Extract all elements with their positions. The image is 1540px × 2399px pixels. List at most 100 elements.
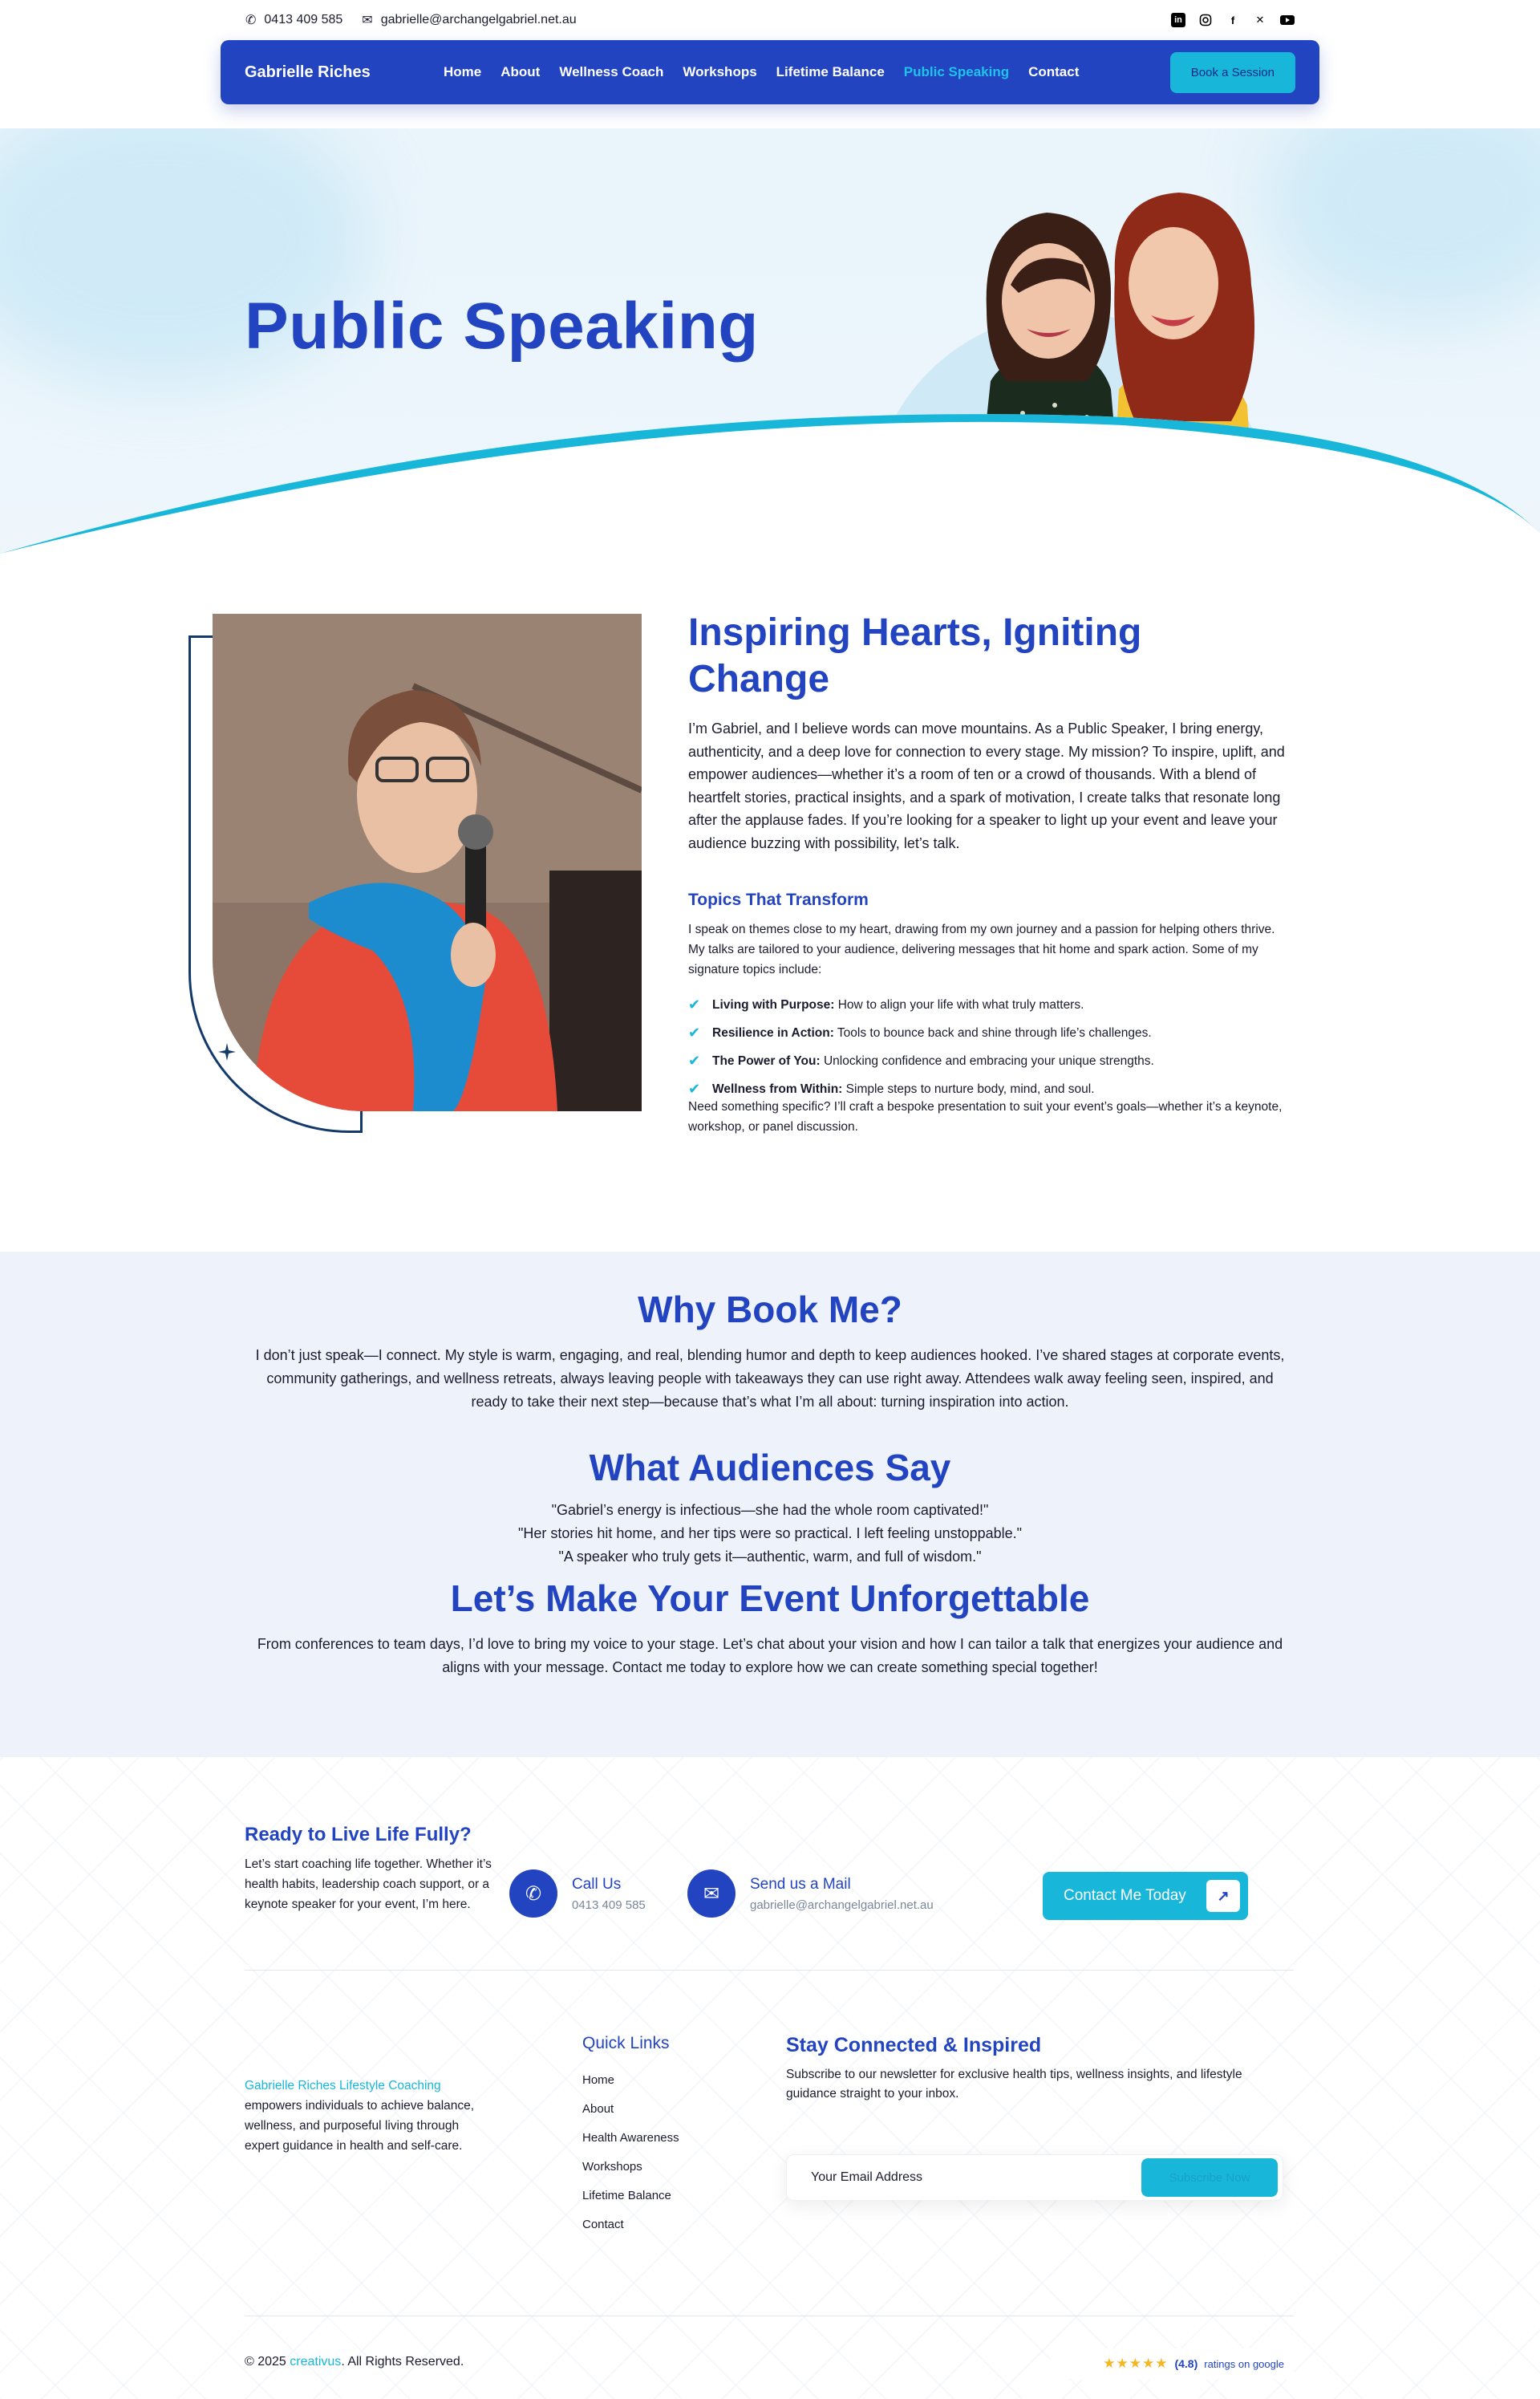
testimonials-list: "Gabriel’s energy is infectious—she had …: [0, 1499, 1540, 1569]
newsletter: Stay Connected & Inspired Subscribe to o…: [786, 2034, 1283, 2201]
brand-logo[interactable]: Gabrielle Riches: [245, 63, 444, 82]
cta-heading: Ready to Live Life Fully?: [245, 1824, 472, 1845]
check-icon: ✔: [688, 1024, 701, 1041]
hero-wave: [0, 414, 1540, 562]
topic-text: Unlocking confidence and embracing your …: [823, 1053, 1154, 1068]
topic-text: How to align your life with what truly m…: [837, 997, 1084, 1012]
copyright-rest: . All Rights Reserved.: [341, 2355, 464, 2369]
rating-text: ratings on google: [1204, 2357, 1284, 2370]
youtube-icon[interactable]: [1280, 13, 1295, 27]
why-book-section: Why Book Me? I don’t just speak—I connec…: [0, 1252, 1540, 1757]
call-us-value: 0413 409 585: [572, 1898, 646, 1912]
cta-row: Ready to Live Life Fully? Let’s start co…: [245, 1824, 1294, 1960]
footer-link-health-awareness[interactable]: Health Awareness: [582, 2124, 679, 2153]
top-email-text: gabrielle@archangelgabriel.net.au: [380, 13, 577, 26]
contact-me-button[interactable]: Contact Me Today ↗: [1043, 1872, 1248, 1920]
about-text: Inspiring Hearts, Igniting Change I’m Ga…: [688, 610, 1291, 1137]
navigation-wrapper: Gabrielle Riches Home About Wellness Coa…: [0, 40, 1540, 128]
footer-link-lifetime-balance[interactable]: Lifetime Balance: [582, 2182, 679, 2210]
phone-icon: ✆: [509, 1869, 557, 1918]
rating-stars-icon: ★★★★★: [1103, 2356, 1169, 2371]
top-email[interactable]: ✉ gabrielle@archangelgabriel.net.au: [362, 12, 576, 28]
newsletter-text: Subscribe to our newsletter for exclusiv…: [786, 2068, 1242, 2101]
topic-title: Living with Purpose:: [712, 997, 835, 1012]
nav-item-contact[interactable]: Contact: [1028, 64, 1079, 80]
nav-item-home[interactable]: Home: [444, 64, 481, 80]
instagram-icon[interactable]: [1198, 13, 1213, 27]
book-session-button[interactable]: Book a Session: [1169, 51, 1295, 93]
mail-icon: ✉: [687, 1869, 736, 1918]
topics-intro: I speak on themes close to my heart, dra…: [688, 922, 1275, 976]
list-item: ✔ Living with Purpose: How to align your …: [688, 991, 1291, 1019]
call-us-box[interactable]: ✆ Call Us 0413 409 585: [509, 1869, 646, 1918]
event-heading: Let’s Make Your Event Unforgettable: [450, 1577, 1090, 1619]
quick-links: Quick Links Home About Health Awareness …: [582, 2034, 679, 2239]
about-heading: Inspiring Hearts, Igniting Change: [688, 611, 1142, 700]
about-intro: I’m Gabriel, and I believe words can mov…: [688, 721, 1285, 851]
topics-list: ✔ Living with Purpose: How to align your …: [688, 991, 1291, 1103]
topic-title: The Power of You:: [712, 1053, 821, 1068]
copyright-year: © 2025: [245, 2355, 286, 2369]
top-phone[interactable]: ✆ 0413 409 585: [245, 12, 342, 28]
copyright: © 2025 creativus. All Rights Reserved.: [245, 2355, 464, 2369]
nav-menu: Home About Wellness Coach Workshops Life…: [444, 64, 1170, 80]
cta-text: Let’s start coaching life together. Whet…: [245, 1857, 492, 1911]
why-text: I don’t just speak—I connect. My style i…: [255, 1347, 1285, 1410]
mail-us-box[interactable]: ✉ Send us a Mail gabrielle@archangelgabr…: [687, 1869, 934, 1918]
cta-intro: Ready to Live Life Fully? Let’s start co…: [245, 1824, 501, 1914]
mail-us-value: gabrielle@archangelgabriel.net.au: [750, 1898, 934, 1912]
call-us-label: Call Us: [572, 1875, 622, 1893]
top-bar: ✆ 0413 409 585 ✉ gabrielle@archangelgabr…: [245, 0, 1295, 40]
list-item: ✔ Resilience in Action: Tools to bounce b…: [688, 1019, 1291, 1047]
footer-section: Ready to Live Life Fully? Let’s start co…: [0, 1757, 1540, 2399]
testimonial-quote: "Her stories hit home, and her tips were…: [517, 1525, 1023, 1541]
footer-about: Gabrielle Riches Lifestyle Coaching empo…: [245, 2076, 493, 2156]
footer-about-text: empowers individuals to achieve balance,…: [245, 2099, 475, 2153]
about-outro: Need something specific? I’ll craft a be…: [688, 1099, 1283, 1134]
mail-us-label: Send us a Mail: [750, 1875, 851, 1893]
phone-icon: ✆: [245, 14, 257, 27]
nav-item-public-speaking[interactable]: Public Speaking: [904, 64, 1009, 80]
testimonial-quote: "Gabriel’s energy is infectious—she had …: [551, 1502, 989, 1518]
subscribe-form: Your Email Address Subscribe Now: [786, 2154, 1283, 2201]
event-text: From conferences to team days, I’d love …: [257, 1636, 1283, 1675]
footer-link-workshops[interactable]: Workshops: [582, 2153, 679, 2182]
facebook-icon[interactable]: f: [1226, 13, 1240, 27]
social-links: in f ✕: [1171, 13, 1295, 27]
nav-item-workshops[interactable]: Workshops: [683, 64, 756, 80]
testimonial-quote: "A speaker who truly gets it—authentic, …: [558, 1549, 982, 1565]
hero-section: Public Speaking: [0, 128, 1540, 562]
topic-title: Resilience in Action:: [712, 1025, 834, 1040]
page-title: Public Speaking: [245, 290, 759, 363]
sparkle-icon: [218, 1043, 236, 1061]
subscribe-button[interactable]: Subscribe Now: [1141, 2158, 1278, 2197]
nav-item-wellness-coach[interactable]: Wellness Coach: [559, 64, 663, 80]
about-section: Inspiring Hearts, Igniting Change I’m Ga…: [0, 562, 1540, 1252]
email-field[interactable]: Your Email Address: [787, 2170, 1141, 2185]
check-icon: ✔: [688, 1052, 701, 1069]
rating-score: (4.8): [1174, 2357, 1198, 2370]
google-rating[interactable]: ★★★★★ (4.8) ratings on google: [1051, 2348, 1294, 2379]
creativus-link[interactable]: creativus: [290, 2355, 341, 2369]
arrow-up-right-icon: ↗: [1206, 1880, 1240, 1912]
nav-item-about[interactable]: About: [500, 64, 540, 80]
topic-text: Simple steps to nurture body, mind, and …: [845, 1082, 1095, 1096]
testimonials-heading: What Audiences Say: [589, 1447, 951, 1488]
nav-item-lifetime-balance[interactable]: Lifetime Balance: [776, 64, 885, 80]
footer-link-home[interactable]: Home: [582, 2066, 679, 2095]
speaker-photo: [213, 614, 642, 1111]
check-icon: ✔: [688, 996, 701, 1013]
top-contacts: ✆ 0413 409 585 ✉ gabrielle@archangelgabr…: [245, 12, 577, 28]
footer-brand-link[interactable]: Gabrielle Riches Lifestyle Coaching: [245, 2079, 441, 2093]
list-item: ✔ The Power of You: Unlocking confidence …: [688, 1047, 1291, 1075]
contact-me-label: Contact Me Today: [1064, 1887, 1186, 1904]
x-icon[interactable]: ✕: [1253, 13, 1267, 27]
linkedin-icon[interactable]: in: [1171, 13, 1185, 27]
hero-glow-right: [1267, 128, 1540, 321]
topics-heading: Topics That Transform: [688, 890, 869, 909]
top-phone-text: 0413 409 585: [264, 13, 343, 26]
topic-title: Wellness from Within:: [712, 1082, 843, 1096]
quick-links-heading: Quick Links: [582, 2034, 670, 2052]
footer-link-about[interactable]: About: [582, 2095, 679, 2124]
footer-link-contact[interactable]: Contact: [582, 2210, 679, 2239]
